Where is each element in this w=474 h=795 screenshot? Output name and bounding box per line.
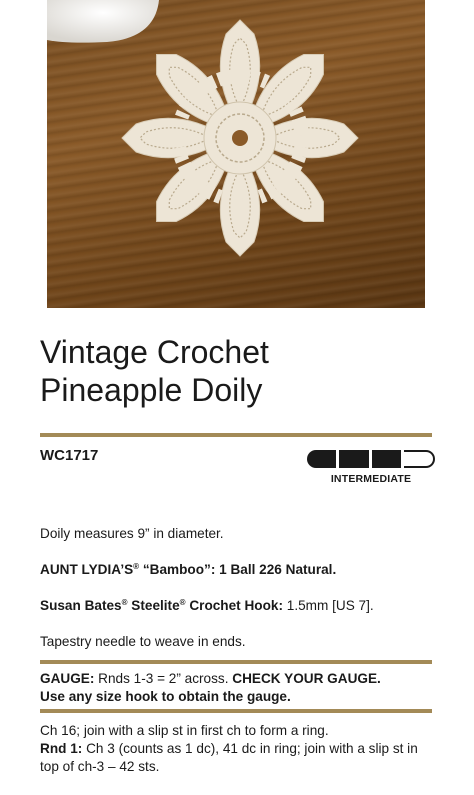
round-1-text: Ch 3 (counts as 1 dc), 41 dc in ring; jo… <box>40 741 418 774</box>
round-1-label: Rnd 1: <box>40 741 83 756</box>
yarn-detail: “Bamboo”: 1 Ball 226 Natural. <box>139 562 337 577</box>
pattern-code: WC1717 <box>40 447 99 464</box>
hook-text: Susan Bates® Steelite® Crochet Hook: 1.5… <box>40 597 440 615</box>
hook-brand: Susan Bates <box>40 598 122 613</box>
skill-segment-empty <box>403 450 435 468</box>
skill-level-indicator: INTERMEDIATE <box>307 450 435 485</box>
yarn-brand: AUNT LYDIA’S <box>40 562 134 577</box>
divider <box>40 433 432 437</box>
hook-type: Crochet Hook: <box>185 598 283 613</box>
measurement-text: Doily measures 9” in diameter. <box>40 526 224 541</box>
yarn-text: AUNT LYDIA’S® “Bamboo”: 1 Ball 226 Natur… <box>40 561 440 579</box>
divider <box>40 709 432 713</box>
gauge-detail: Rnds 1-3 = 2” across. <box>94 671 233 686</box>
gauge-check: CHECK YOUR GAUGE. <box>232 671 381 686</box>
start-instruction: Ch 16; join with a slip st in first ch t… <box>40 723 329 738</box>
skill-level-label: INTERMEDIATE <box>330 473 412 485</box>
doily-photo <box>47 0 425 308</box>
hook-line: Steelite <box>127 598 180 613</box>
doily-shape <box>121 19 359 257</box>
gauge-instruction: Use any size hook to obtain the gauge. <box>40 689 291 704</box>
page-title: Vintage Crochet Pineapple Doily <box>40 333 269 409</box>
divider <box>40 660 432 664</box>
skill-segment <box>371 450 401 468</box>
bowl-shape <box>47 0 159 43</box>
doily-illustration <box>47 0 359 257</box>
gauge-text: GAUGE: Rnds 1-3 = 2” across. CHECK YOUR … <box>40 670 440 706</box>
skill-level-bar <box>307 450 435 468</box>
skill-segment <box>339 450 369 468</box>
gauge-label: GAUGE: <box>40 671 95 686</box>
skill-segment <box>307 450 337 468</box>
title-line-1: Vintage Crochet <box>40 334 269 370</box>
title-line-2: Pineapple Doily <box>40 372 263 408</box>
round-1-instruction: Rnd 1: Ch 3 (counts as 1 dc), 41 dc in r… <box>40 740 440 776</box>
hook-size: 1.5mm [US 7]. <box>283 598 374 613</box>
tapestry-text: Tapestry needle to weave in ends. <box>40 634 246 649</box>
